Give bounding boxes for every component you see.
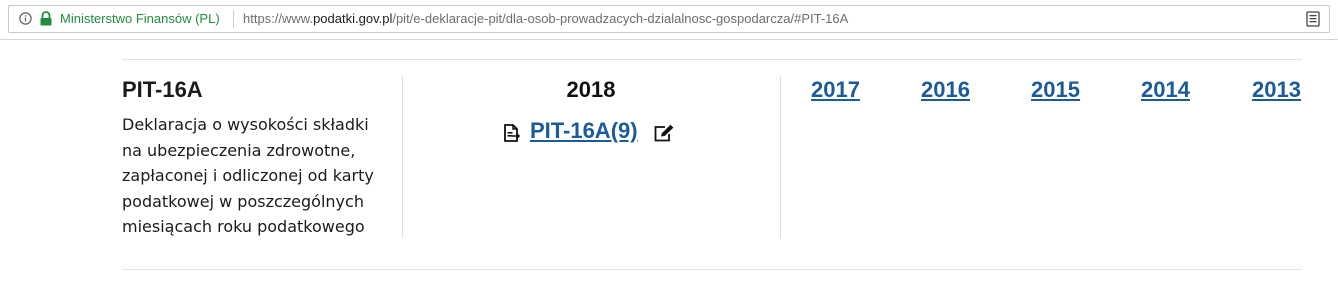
lock-icon <box>40 11 52 26</box>
current-year-heading: 2018 <box>566 77 616 102</box>
form-description: Deklaracja o wysokości składki na ubezpi… <box>122 115 374 236</box>
edit-icon[interactable] <box>653 124 675 142</box>
url-path: /pit/e-deklaracje-pit/dla-osob-prowadzac… <box>392 11 849 26</box>
url-host: podatki.gov.pl <box>313 11 393 26</box>
year-link-2017[interactable]: 2017 <box>811 76 860 104</box>
year-link-2016[interactable]: 2016 <box>921 76 970 104</box>
year-link-2014[interactable]: 2014 <box>1141 76 1190 104</box>
url-text[interactable]: https://www.podatki.gov.pl/pit/e-deklara… <box>243 11 848 27</box>
url-box[interactable]: Ministerstwo Finansów (PL) https://www.p… <box>8 5 1330 33</box>
top-divider <box>122 59 1302 60</box>
form-download-link[interactable]: PIT-16A(9) <box>530 117 638 145</box>
info-icon[interactable] <box>19 12 32 25</box>
bottom-divider <box>122 269 1302 270</box>
reader-mode-icon[interactable] <box>1306 11 1320 27</box>
url-separator <box>233 10 234 28</box>
column-divider <box>402 76 403 238</box>
site-identity[interactable]: Ministerstwo Finansów (PL) <box>60 11 220 27</box>
url-prefix: https://www. <box>243 11 314 26</box>
year-link-2013[interactable]: 2013 <box>1252 76 1301 104</box>
year-link-2015[interactable]: 2015 <box>1031 76 1080 104</box>
document-icon <box>504 124 520 142</box>
address-bar: Ministerstwo Finansów (PL) https://www.p… <box>0 0 1338 40</box>
column-divider <box>780 76 781 238</box>
form-title: PIT-16A <box>122 77 203 102</box>
